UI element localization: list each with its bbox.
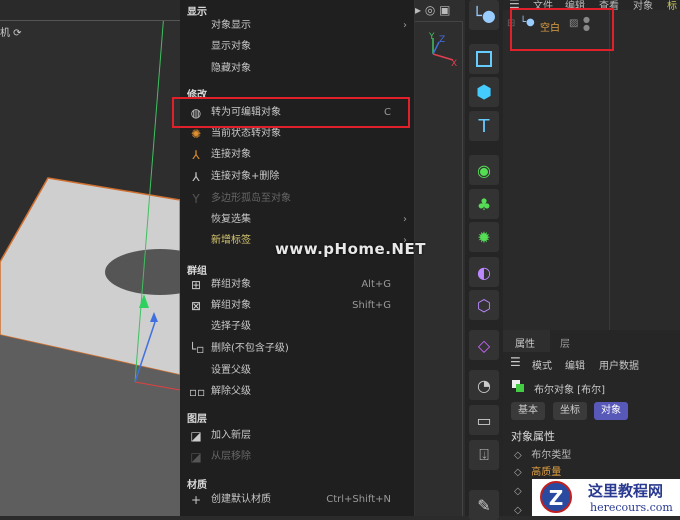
menu-item-label: 解组对象 bbox=[211, 300, 251, 311]
prop-high-quality[interactable]: ◇ 高质量 bbox=[514, 463, 561, 478]
menu-item[interactable]: 对象显示 › bbox=[180, 16, 415, 36]
chevron-right-icon: › bbox=[403, 214, 407, 225]
prop-diamond: ◇ bbox=[514, 486, 522, 497]
section-title: 对象属性 bbox=[511, 430, 555, 443]
context-menu: 显示 对象显示 › 显示对象 隐藏对象 修改 ◍ 转为可编辑对象 C ✺ 当前状态转对象 ⅄ 连接对象 ⅄… bbox=[180, 0, 415, 516]
svg-text:Z: Z bbox=[439, 35, 445, 45]
object-toolbar: └● ⬢ T ◉ ♣ ✹ ◐ ⬡ ◇ ◔ ▭ ⍗ ✎ bbox=[465, 0, 503, 520]
connect-delete-icon: ⅄ bbox=[192, 170, 200, 184]
menu-item[interactable]: ⅄ 连接对象+删除 bbox=[180, 167, 415, 187]
chevron-right-icon: › bbox=[403, 20, 407, 31]
group-icon: ⊞ bbox=[190, 278, 202, 292]
menu-item-label: 隐藏对象 bbox=[211, 63, 251, 74]
menu-item-label: 显示对象 bbox=[211, 41, 251, 52]
plus-icon: + bbox=[190, 493, 202, 507]
menu-item[interactable]: └▫ 删除(不包含子级) bbox=[180, 339, 415, 359]
prop-boole-type[interactable]: ◇ 布尔类型 bbox=[514, 446, 571, 461]
attr-menu-edit[interactable]: 编辑 bbox=[565, 357, 585, 372]
primitive-icon[interactable]: ⬢ bbox=[469, 77, 499, 107]
remove-layer-icon: ◪ bbox=[190, 450, 202, 464]
tab-attributes[interactable]: 属性 bbox=[515, 335, 535, 350]
menu-section-title: 图层 bbox=[187, 414, 207, 425]
menu-item[interactable]: + 创建默认材质 Ctrl+Shift+N bbox=[180, 490, 415, 510]
menu-item[interactable]: ◪ 加入新层 bbox=[180, 426, 415, 446]
attr-menu-userdata[interactable]: 用户数据 bbox=[599, 357, 639, 372]
subtab-basic[interactable]: 基本 bbox=[511, 402, 545, 420]
menu-item[interactable]: ⊠ 解组对象 Shift+G bbox=[180, 296, 415, 316]
light-icon[interactable]: ⍗ bbox=[469, 440, 499, 470]
field-icon[interactable]: ◇ bbox=[469, 330, 499, 360]
menu-item[interactable]: 选择子级 bbox=[180, 317, 415, 337]
deformer-icon[interactable]: ◐ bbox=[469, 257, 499, 287]
highlight-box bbox=[172, 97, 410, 128]
deformer-box-icon[interactable]: ⬡ bbox=[469, 290, 499, 320]
menu-item-label: 多边形孤岛至对象 bbox=[211, 193, 291, 204]
svg-text:Y: Y bbox=[428, 32, 435, 42]
3d-viewport[interactable]: 机 ⟳ bbox=[0, 0, 180, 516]
null-object-icon[interactable]: └● bbox=[469, 0, 499, 30]
menu-item-label: 删除(不包含子级) bbox=[211, 343, 289, 354]
menu-item-label: 恢复选集 bbox=[211, 214, 251, 225]
add-layer-icon: ◪ bbox=[190, 429, 202, 443]
menu-item[interactable]: 隐藏对象 bbox=[180, 59, 415, 79]
viewport-scene bbox=[0, 0, 180, 516]
unparent-icon: ▫▫ bbox=[189, 385, 206, 399]
connect-icon: ⅄ bbox=[192, 148, 200, 162]
viewport-header bbox=[0, 0, 180, 21]
ungroup-icon: ⊠ bbox=[190, 299, 202, 313]
current-state-icon: ✺ bbox=[190, 127, 202, 141]
tab-layers[interactable]: 层 bbox=[560, 335, 570, 350]
highlight-box bbox=[510, 8, 614, 51]
watermark-text: www.pHome.NET bbox=[275, 240, 426, 258]
camera-icon[interactable]: ▭ bbox=[469, 405, 499, 435]
menu-item-label: 连接对象 bbox=[211, 149, 251, 160]
environment-icon[interactable]: ◔ bbox=[469, 370, 499, 400]
menu-item-label: 连接对象+删除 bbox=[211, 171, 280, 182]
menu-item-label: 加入新层 bbox=[211, 430, 251, 441]
subtab-coord[interactable]: 坐标 bbox=[553, 402, 587, 420]
attr-menu-mode[interactable]: 模式 bbox=[532, 357, 552, 372]
svg-text:X: X bbox=[451, 59, 457, 68]
menu-item-label: 从层移除 bbox=[211, 451, 251, 462]
menu-item[interactable]: ◪ 从层移除 bbox=[180, 447, 415, 467]
axis-gizmo: Y Z X bbox=[428, 32, 457, 68]
menu-item[interactable]: ⅄ 连接对象 bbox=[180, 145, 415, 165]
menu-item-label: 设置父级 bbox=[211, 365, 251, 376]
om-menu-tags[interactable]: 标 bbox=[667, 0, 677, 12]
menu-item-shortcut: Ctrl+Shift+N bbox=[326, 494, 391, 505]
menu-item-shortcut: Shift+G bbox=[352, 300, 391, 311]
watermark-logo: Z 这里教程网 herecours.com bbox=[532, 479, 680, 516]
menu-item[interactable]: ⊞ 群组对象 Alt+G bbox=[180, 275, 415, 295]
text-icon[interactable]: T bbox=[469, 111, 499, 141]
viewport-right-strip: ▸ ◎ ▣ Y Z X bbox=[415, 0, 465, 516]
menu-item[interactable]: Y 多边形孤岛至对象 bbox=[180, 189, 415, 209]
menu-item-label: 创建默认材质 bbox=[211, 494, 271, 505]
view-nav-icons[interactable]: ▸ ◎ ▣ bbox=[415, 3, 450, 17]
menu-item[interactable]: 设置父级 bbox=[180, 361, 415, 381]
menu-item-label: 对象显示 bbox=[211, 20, 251, 31]
polygon-island-icon: Y bbox=[192, 192, 200, 206]
viewport-camera-label: 机 ⟳ bbox=[0, 28, 22, 39]
menu-item-label: 新增标签 bbox=[211, 235, 251, 246]
om-menu-object[interactable]: 对象 bbox=[633, 0, 653, 12]
menu-item[interactable]: ▫▫ 解除父级 bbox=[180, 382, 415, 402]
menu-item-shortcut: Alt+G bbox=[361, 279, 391, 290]
prop-diamond: ◇ bbox=[514, 505, 522, 516]
delete-no-children-icon: └▫ bbox=[189, 342, 205, 356]
cloner-icon[interactable]: ♣ bbox=[469, 189, 499, 219]
subtab-object[interactable]: 对象 bbox=[594, 402, 628, 420]
object-title: 布尔对象 [布尔] bbox=[534, 385, 605, 396]
menu-section-title: 材质 bbox=[187, 480, 207, 491]
menu-item-label: 解除父级 bbox=[211, 386, 251, 397]
menu-item[interactable]: 显示对象 bbox=[180, 37, 415, 57]
menu-item-label: 群组对象 bbox=[211, 279, 251, 290]
generator-icon[interactable]: ◉ bbox=[469, 155, 499, 185]
cube-icon[interactable] bbox=[469, 44, 499, 74]
menu-item[interactable]: 恢复选集 › bbox=[180, 210, 415, 230]
menu-icon[interactable]: ☰ bbox=[510, 355, 521, 369]
boole-icon[interactable]: ✹ bbox=[469, 222, 499, 252]
menu-item-label: 选择子级 bbox=[211, 321, 251, 332]
